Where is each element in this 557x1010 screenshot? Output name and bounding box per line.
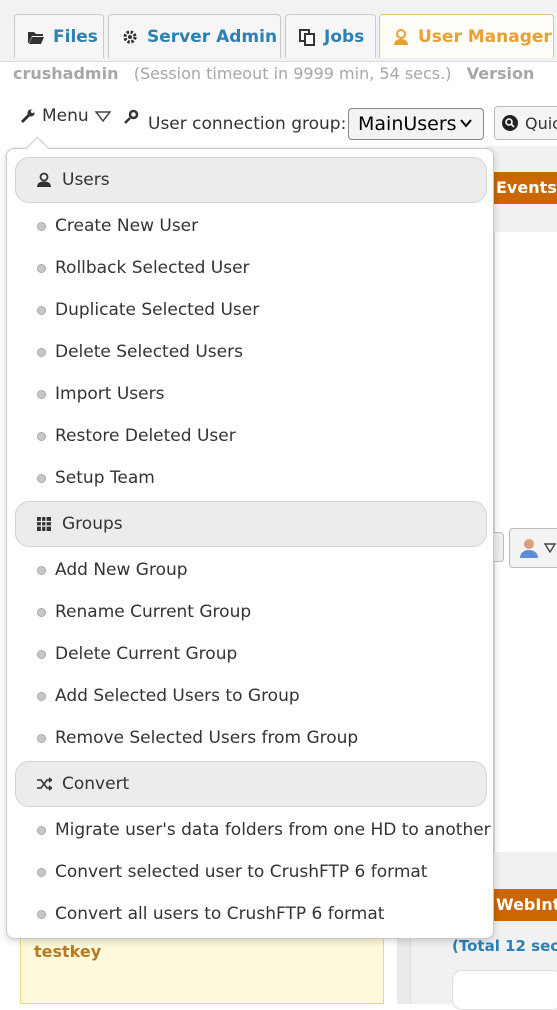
username-label: crushadmin	[13, 64, 119, 83]
version-label: Version	[466, 64, 535, 83]
menu-item-convert-all-users[interactable]: Convert all users to CrushFTP 6 format	[37, 899, 384, 929]
menu-item-label: Convert all users to CrushFTP 6 format	[55, 904, 385, 924]
menu-item-migrate-data-folders[interactable]: Migrate user's data folders from one HD …	[37, 815, 491, 845]
user-select-button[interactable]	[509, 528, 557, 568]
main-menu-dropdown: Users Create New User Rollback Selected …	[6, 148, 494, 939]
user-manager-toolbar: Menu User connection group: MainUsers Qu…	[0, 100, 557, 142]
quick-button[interactable]: Quic	[494, 106, 557, 140]
chevron-down-icon	[460, 119, 472, 128]
session-timeout-label: (Session timeout in 9999 min, 54 secs.)	[133, 64, 452, 83]
bullet-icon	[37, 607, 46, 617]
shuffle-icon	[37, 777, 52, 791]
webinterface-tab[interactable]: WebInte	[490, 889, 557, 921]
bullet-icon	[37, 263, 46, 273]
bullet-icon	[37, 305, 46, 315]
menu-item-create-new-user[interactable]: Create New User	[37, 211, 198, 241]
tab-files-label: Files	[53, 26, 98, 47]
search-icon	[502, 115, 518, 131]
bullet-icon	[37, 347, 46, 357]
menu-group-users: Users	[15, 157, 487, 203]
menu-item-rollback-selected-user[interactable]: Rollback Selected User	[37, 253, 250, 283]
bullet-icon	[37, 691, 46, 701]
tab-user-manager[interactable]: User Manager	[379, 14, 554, 58]
menu-item-setup-team[interactable]: Setup Team	[37, 463, 155, 493]
menu-item-label: Rename Current Group	[55, 602, 252, 622]
tab-files[interactable]: Files	[14, 14, 104, 58]
bullet-icon	[37, 221, 46, 231]
bullet-icon	[37, 825, 46, 835]
tab-server-admin-label: Server Admin	[147, 26, 278, 47]
quick-label: Quic	[525, 113, 557, 133]
menu-group-groups-label: Groups	[62, 514, 123, 534]
user-icon	[37, 172, 51, 187]
tab-server-admin[interactable]: Server Admin	[108, 14, 281, 58]
bullet-icon	[37, 431, 46, 441]
user-icon	[394, 28, 408, 45]
chevron-down-icon	[94, 111, 111, 122]
bullet-icon	[37, 473, 46, 483]
folder-open-icon	[28, 31, 44, 44]
menu-item-label: Import Users	[55, 384, 165, 404]
chevron-down-icon	[544, 543, 556, 553]
tab-user-manager-label: User Manager	[418, 26, 552, 47]
events-tab-label: Events	[496, 178, 557, 197]
menu-item-import-users[interactable]: Import Users	[37, 379, 164, 409]
menu-item-delete-current-group[interactable]: Delete Current Group	[37, 639, 237, 669]
bullet-icon	[37, 565, 46, 575]
menu-item-label: Migrate user's data folders from one HD …	[55, 820, 491, 840]
connection-group-select[interactable]: MainUsers	[348, 108, 484, 140]
menu-item-rename-current-group[interactable]: Rename Current Group	[37, 597, 251, 627]
menu-item-label: Rollback Selected User	[55, 258, 250, 278]
menu-item-label: Restore Deleted User	[55, 426, 236, 446]
tab-jobs-label: Jobs	[324, 26, 365, 47]
menu-item-label: Duplicate Selected User	[55, 300, 260, 320]
bullet-icon	[37, 909, 46, 919]
menu-item-add-selected-users-to-group[interactable]: Add Selected Users to Group	[37, 681, 300, 711]
menu-item-label: Remove Selected Users from Group	[55, 728, 359, 748]
menu-item-convert-selected-user[interactable]: Convert selected user to CrushFTP 6 form…	[37, 857, 427, 887]
menu-item-label: Add Selected Users to Group	[55, 686, 300, 706]
top-tab-bar: Files Server Admin Jobs User Manager	[0, 0, 557, 62]
testkey-label[interactable]: testkey	[34, 942, 101, 961]
menu-group-groups: Groups	[15, 501, 487, 547]
lower-right-content	[452, 970, 557, 1010]
bullet-icon	[37, 733, 46, 743]
total-sections-label: (Total 12 secti	[452, 937, 557, 955]
bullet-icon	[37, 389, 46, 399]
menu-group-users-label: Users	[62, 170, 110, 190]
menu-item-label: Setup Team	[55, 468, 155, 488]
menu-item-add-new-group[interactable]: Add New Group	[37, 555, 188, 585]
copy-icon	[299, 28, 315, 46]
link-icon[interactable]	[122, 108, 140, 126]
bullet-icon	[37, 867, 46, 877]
menu-group-convert: Convert	[15, 761, 487, 807]
events-tab[interactable]: Events	[490, 172, 557, 204]
menu-item-label: Delete Selected Users	[55, 342, 243, 362]
menu-item-duplicate-selected-user[interactable]: Duplicate Selected User	[37, 295, 259, 325]
session-info: crushadmin (Session timeout in 9999 min,…	[13, 64, 557, 83]
menu-item-label: Add New Group	[55, 560, 188, 580]
menu-item-label: Delete Current Group	[55, 644, 238, 664]
wrench-icon	[20, 109, 35, 124]
menu-item-label: Create New User	[55, 216, 199, 236]
tab-jobs[interactable]: Jobs	[285, 14, 376, 58]
menu-item-delete-selected-users[interactable]: Delete Selected Users	[37, 337, 243, 367]
menu-label: Menu	[42, 106, 89, 126]
menu-group-convert-label: Convert	[62, 774, 130, 794]
gear-icon	[123, 29, 137, 44]
menu-item-remove-selected-users-from-group[interactable]: Remove Selected Users from Group	[37, 723, 358, 753]
menu-item-label: Convert selected user to CrushFTP 6 form…	[55, 862, 428, 882]
menu-item-restore-deleted-user[interactable]: Restore Deleted User	[37, 421, 236, 451]
bullet-icon	[37, 649, 46, 659]
grid-icon	[37, 517, 51, 531]
connection-group-label: User connection group:	[148, 114, 347, 134]
menu-button[interactable]: Menu	[20, 106, 111, 126]
user-icon	[520, 539, 538, 558]
connection-group-value: MainUsers	[358, 113, 457, 135]
webinterface-tab-label: WebInte	[496, 895, 557, 914]
